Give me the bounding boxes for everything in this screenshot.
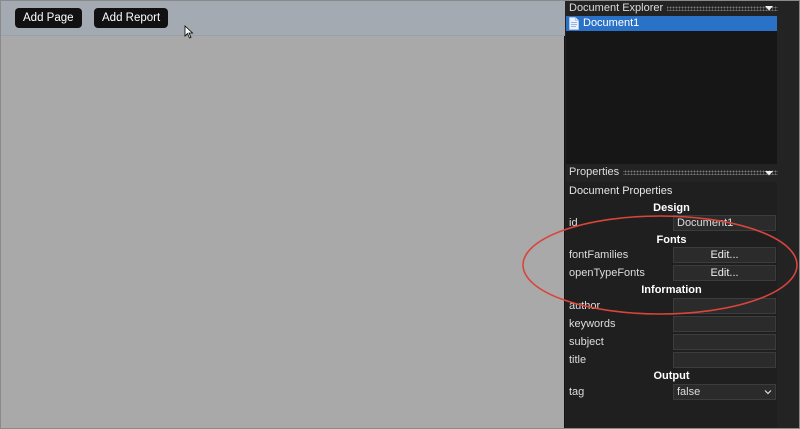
header-grip: [657, 6, 779, 11]
properties-header[interactable]: Properties: [565, 165, 779, 180]
add-page-button[interactable]: Add Page: [15, 8, 82, 28]
app-window: Add Page Add Report Document Explorer Do…: [0, 0, 800, 429]
side-panel: Document Explorer Document1 Properties D…: [565, 1, 799, 428]
panel-margin: [778, 1, 799, 428]
opentypefonts-edit-button[interactable]: Edit...: [673, 265, 776, 281]
tree-item-document1[interactable]: Document1: [566, 16, 777, 31]
prop-name-author: author: [569, 300, 601, 312]
tag-select[interactable]: false: [673, 384, 776, 400]
chevron-down-icon[interactable]: [764, 168, 774, 178]
prop-value-author[interactable]: [673, 298, 776, 314]
prop-value-title[interactable]: [673, 352, 776, 368]
properties-heading: Document Properties: [569, 185, 673, 197]
prop-name-opentypefonts: openTypeFonts: [569, 267, 645, 279]
document-explorer-title: Document Explorer: [569, 2, 668, 14]
prop-name-tag: tag: [569, 386, 585, 398]
properties-title: Properties: [569, 166, 624, 178]
tree-item-label: Document1: [583, 17, 640, 29]
document-explorer-tree: Document1: [566, 16, 777, 164]
prop-name-keywords: keywords: [569, 318, 616, 330]
section-fonts: Fonts: [656, 234, 687, 246]
section-design: Design: [653, 202, 690, 214]
properties-grid: Document Properties Design id Document1 …: [566, 182, 777, 428]
cursor-arrow-icon: [184, 25, 194, 39]
tag-select-value: false: [677, 386, 701, 398]
prop-name-id: id: [569, 217, 578, 229]
prop-name-title: title: [569, 354, 587, 366]
toolbar: Add Page Add Report: [1, 1, 565, 39]
section-output: Output: [653, 370, 690, 382]
prop-name-fontfamilies: fontFamilies: [569, 249, 629, 261]
document-explorer-header[interactable]: Document Explorer: [565, 1, 779, 16]
fontfamilies-edit-button[interactable]: Edit...: [673, 247, 776, 263]
document-icon: [569, 17, 579, 30]
header-grip: [621, 170, 779, 175]
prop-value-subject[interactable]: [673, 334, 776, 350]
chevron-down-icon[interactable]: [764, 3, 774, 13]
prop-name-subject: subject: [569, 336, 604, 348]
design-canvas[interactable]: Add Page Add Report: [1, 1, 565, 428]
prop-value-id[interactable]: Document1: [673, 215, 776, 231]
add-report-button[interactable]: Add Report: [94, 8, 169, 28]
prop-value-keywords[interactable]: [673, 316, 776, 332]
section-information: Information: [641, 284, 702, 296]
chevron-down-icon: [764, 390, 772, 395]
